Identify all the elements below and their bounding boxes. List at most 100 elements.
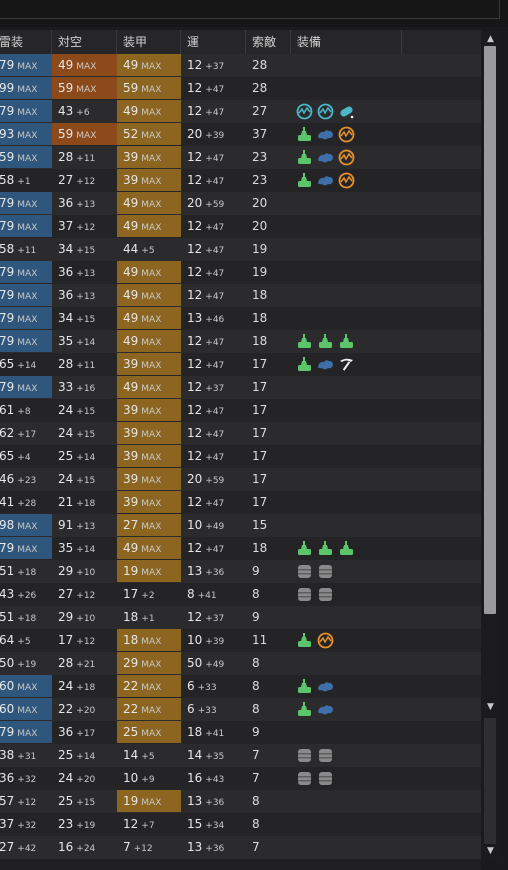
cell-value: 59 xyxy=(58,81,74,95)
table-row[interactable]: 79 MAX 36 +13 49 MAX 12 +47 18 xyxy=(0,284,481,307)
table-row[interactable]: 41 +28 21 +18 39 MAX 12 +47 17 xyxy=(0,491,481,514)
table-row[interactable]: 65 +4 25 +14 39 MAX 12 +47 17 xyxy=(0,445,481,468)
luck-cell: 12 +47 xyxy=(181,100,246,122)
cell-value: 60 xyxy=(0,679,15,693)
antiair-cell: 28 +21 xyxy=(52,652,117,674)
armor-cell: 59 MAX xyxy=(117,77,181,99)
cell-value: 36 xyxy=(58,725,74,739)
column-header-torpedo[interactable]: 雷装 xyxy=(0,30,52,54)
cell-value: 65 xyxy=(0,357,15,371)
torpedo-cell: 61 +8 xyxy=(0,399,52,421)
table-row[interactable]: 99 MAX 59 MAX 59 MAX 12 +47 28 xyxy=(0,77,481,100)
table-row[interactable]: 79 MAX 49 MAX 49 MAX 12 +37 28 xyxy=(0,54,481,77)
radar-icon xyxy=(296,103,313,120)
table-row[interactable]: 36 +32 24 +20 10 +9 16 +43 7 xyxy=(0,767,481,790)
cell-value: 12 xyxy=(187,265,203,279)
cell-modifier: +28 xyxy=(17,499,37,509)
table-row[interactable]: 98 MAX 91 +13 27 MAX 10 +49 15 xyxy=(0,514,481,537)
table-row[interactable]: 62 +17 24 +15 39 MAX 12 +47 17 xyxy=(0,422,481,445)
table-row[interactable]: 57 +12 25 +15 19 MAX 13 +36 8 xyxy=(0,790,481,813)
table-row[interactable]: 93 MAX 59 MAX 52 MAX 20 +39 37 xyxy=(0,123,481,146)
table-row[interactable]: 51 +18 29 +10 18 +1 12 +37 9 xyxy=(0,606,481,629)
table-row[interactable]: 79 MAX 37 +12 49 MAX 12 +47 20 xyxy=(0,215,481,238)
table-row[interactable]: 64 +5 17 +12 18 MAX 10 +39 11 xyxy=(0,629,481,652)
cell-value: 99 xyxy=(0,81,15,95)
table-row[interactable]: 79 MAX 36 +13 49 MAX 20 +59 20 xyxy=(0,192,481,215)
cell-modifier: +19 xyxy=(76,821,96,831)
cell-value: 51 xyxy=(0,610,15,624)
column-header-los[interactable]: 索敵 xyxy=(246,30,291,54)
column-header-armor[interactable]: 装甲 xyxy=(117,30,181,54)
column-header-equipment[interactable]: 装備 xyxy=(291,30,402,54)
table-row[interactable]: 58 +11 34 +15 44 +5 12 +47 19 xyxy=(0,238,481,261)
table-row[interactable]: 65 +14 28 +11 39 MAX 12 +47 17 xyxy=(0,353,481,376)
table-row[interactable]: 60 MAX 24 +18 22 MAX 6 +33 8 xyxy=(0,675,481,698)
luck-cell: 14 +35 xyxy=(181,744,246,766)
equipment-cell xyxy=(296,767,334,789)
table-row[interactable]: 79 MAX 35 +14 49 MAX 12 +47 18 xyxy=(0,537,481,560)
table-row[interactable]: 38 +31 25 +14 14 +5 14 +35 7 xyxy=(0,744,481,767)
table-row[interactable]: 51 +18 29 +10 19 MAX 13 +36 9 xyxy=(0,560,481,583)
cell-value: 36 xyxy=(58,265,74,279)
table-row[interactable]: 58 +1 27 +12 39 MAX 12 +47 23 xyxy=(0,169,481,192)
ship-data-grid[interactable]: 雷装 対空 装甲 運 索敵 装備 79 MAX 49 MAX 49 MAX 12 +37 28 9… xyxy=(0,30,481,870)
cell-value: 23 xyxy=(58,817,74,831)
cell-value: 79 xyxy=(0,219,15,233)
cell-value: 60 xyxy=(0,702,15,716)
column-header-luck[interactable]: 運 xyxy=(181,30,246,54)
column-header-antiair[interactable]: 対空 xyxy=(52,30,117,54)
luck-cell: 12 +47 xyxy=(181,537,246,559)
table-row[interactable]: 61 +8 24 +15 39 MAX 12 +47 17 xyxy=(0,399,481,422)
cell-value: 34 xyxy=(58,311,74,325)
table-row[interactable]: 79 MAX 35 +14 49 MAX 12 +47 18 xyxy=(0,330,481,353)
equipment-cell xyxy=(296,629,334,651)
cell-value: 49 xyxy=(123,265,139,279)
scroll-split-button[interactable]: ▼ xyxy=(483,700,498,714)
los-cell: 8 xyxy=(252,794,260,808)
table-row[interactable]: 79 MAX 36 +13 49 MAX 12 +47 19 xyxy=(0,261,481,284)
los-cell: 20 xyxy=(252,196,268,210)
cell-modifier: MAX xyxy=(141,62,162,72)
table-row[interactable]: 27 +42 16 +24 7 +12 13 +36 7 xyxy=(0,836,481,859)
cell-value: 79 xyxy=(0,288,15,302)
cell-value: 98 xyxy=(0,518,15,532)
antiair-cell: 36 +13 xyxy=(52,192,117,214)
cell-modifier: MAX xyxy=(17,315,38,325)
table-row[interactable]: 59 MAX 28 +11 39 MAX 12 +47 23 xyxy=(0,146,481,169)
vertical-scrollbar[interactable]: ▲ ▼ ▼ xyxy=(481,30,500,860)
cell-value: 29 xyxy=(58,610,74,624)
cell-modifier: +20 xyxy=(76,775,96,785)
table-row[interactable]: 37 +32 23 +19 12 +7 15 +34 8 xyxy=(0,813,481,836)
cell-value: 59 xyxy=(0,150,15,164)
torpedo-cell: 51 +18 xyxy=(0,560,52,582)
cell-value: 36 xyxy=(58,196,74,210)
table-row[interactable]: 46 +23 24 +15 39 MAX 20 +59 17 xyxy=(0,468,481,491)
table-row[interactable]: 79 MAX 33 +16 49 MAX 12 +37 17 xyxy=(0,376,481,399)
table-row[interactable]: 79 MAX 34 +15 49 MAX 13 +46 18 xyxy=(0,307,481,330)
cell-value: 12 xyxy=(187,449,203,463)
cell-modifier: MAX xyxy=(17,131,38,141)
scroll-track[interactable] xyxy=(484,718,496,844)
cell-value: 22 xyxy=(58,702,74,716)
scroll-up-button[interactable]: ▲ xyxy=(483,32,498,46)
luck-cell: 12 +47 xyxy=(181,330,246,352)
cell-modifier: MAX xyxy=(141,223,162,233)
table-row[interactable]: 43 +26 27 +12 17 +2 8 +41 8 xyxy=(0,583,481,606)
luck-cell: 12 +47 xyxy=(181,445,246,467)
scroll-thumb[interactable] xyxy=(484,46,496,614)
cell-value: 51 xyxy=(0,564,15,578)
table-row[interactable]: 79 MAX 43 +6 49 MAX 12 +47 27 xyxy=(0,100,481,123)
cell-modifier: +12 xyxy=(76,177,96,187)
armor-cell: 49 MAX xyxy=(117,215,181,237)
cell-modifier: +6 xyxy=(76,108,90,118)
table-row[interactable]: 50 +19 28 +21 29 MAX 50 +49 8 xyxy=(0,652,481,675)
luck-cell: 12 +47 xyxy=(181,238,246,260)
cell-modifier: +14 xyxy=(76,453,96,463)
antiair-cell: 24 +15 xyxy=(52,422,117,444)
cell-value: 27 xyxy=(0,840,15,854)
table-row[interactable]: 60 MAX 22 +20 22 MAX 6 +33 8 xyxy=(0,698,481,721)
scroll-down-button[interactable]: ▼ xyxy=(483,844,498,858)
table-row[interactable]: 79 MAX 36 +17 25 MAX 18 +41 9 xyxy=(0,721,481,744)
cell-modifier: +47 xyxy=(205,246,225,256)
luck-cell: 12 +37 xyxy=(181,54,246,76)
